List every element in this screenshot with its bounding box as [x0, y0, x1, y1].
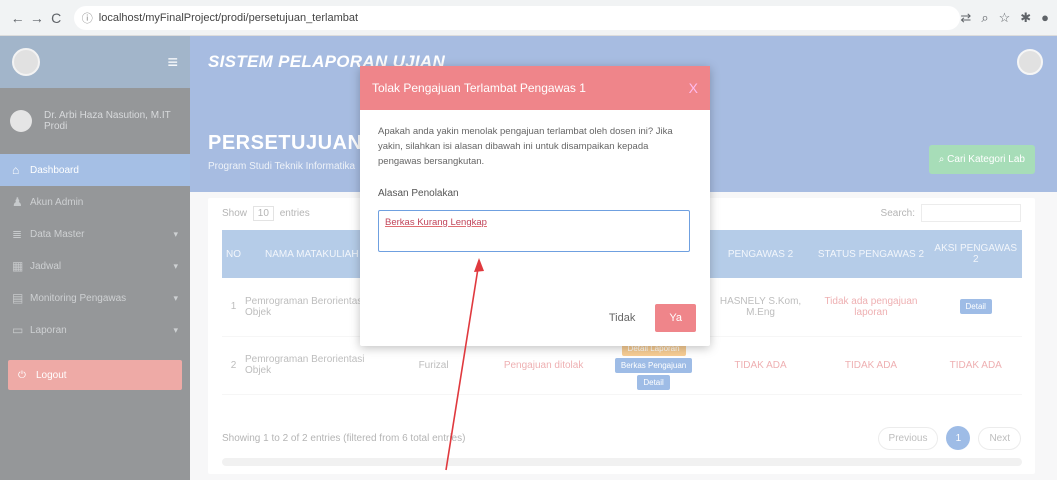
cancel-button[interactable]: Tidak: [609, 312, 636, 324]
modal-footer: Tidak Ya: [609, 304, 696, 332]
address-bar[interactable]: ⓘ localhost/myFinalProject/prodi/persetu…: [73, 5, 961, 30]
modal-message: Apakah anda yakin menolak pengajuan terl…: [378, 126, 673, 168]
zoom-icon[interactable]: ⌕: [981, 10, 988, 26]
browser-toolbar: ← → C ⓘ localhost/myFinalProject/prodi/p…: [0, 0, 1057, 36]
modal-body: Apakah anda yakin menolak pengajuan terl…: [360, 110, 710, 266]
forward-icon[interactable]: →: [27, 10, 46, 26]
reason-textarea[interactable]: Berkas Kurang Lengkap: [378, 209, 690, 252]
url-text: localhost/myFinalProject/prodi/persetuju…: [98, 11, 359, 24]
star-icon[interactable]: ☆: [999, 10, 1011, 26]
profile-icon[interactable]: ●: [1041, 10, 1049, 26]
reason-label: Alasan Penolakan: [378, 187, 459, 199]
confirm-button[interactable]: Ya: [655, 304, 696, 332]
extensions-icon[interactable]: ✱: [1020, 10, 1031, 26]
back-icon[interactable]: ←: [8, 10, 27, 26]
translate-icon[interactable]: ⇄: [960, 10, 971, 26]
modal-header: Tolak Pengajuan Terlambat Pengawas 1 X: [360, 66, 710, 110]
reject-modal: Tolak Pengajuan Terlambat Pengawas 1 X A…: [360, 66, 710, 346]
reload-icon[interactable]: C: [47, 10, 66, 26]
reason-value: Berkas Kurang Lengkap: [385, 216, 487, 228]
modal-title: Tolak Pengajuan Terlambat Pengawas 1: [372, 81, 586, 95]
info-icon[interactable]: ⓘ: [82, 10, 93, 26]
close-icon[interactable]: X: [689, 80, 698, 96]
